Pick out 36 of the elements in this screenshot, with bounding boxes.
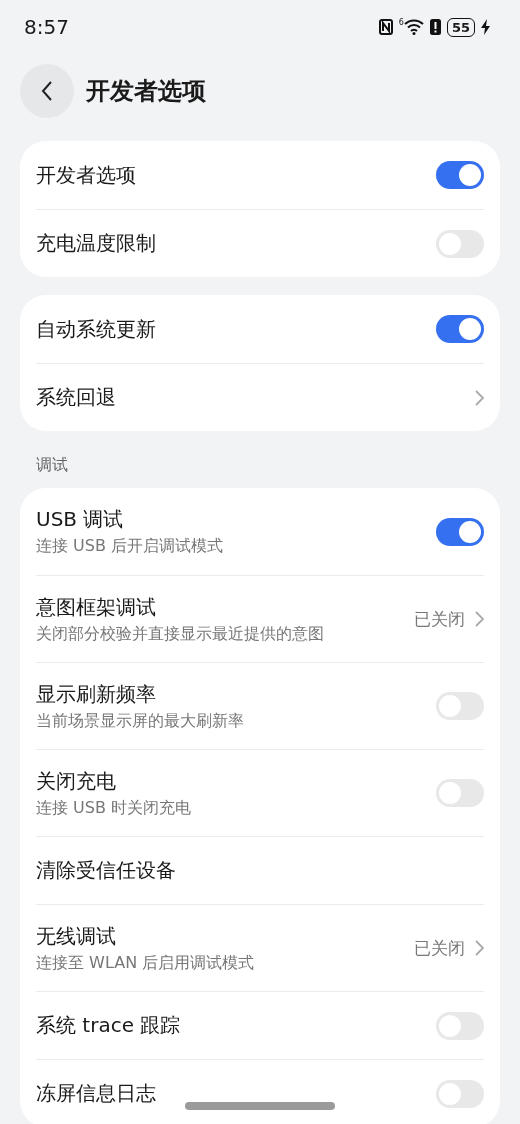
setting-description: 连接 USB 后开启调试模式 [36, 536, 224, 557]
setting-title[interactable]: 自动系统更新 [36, 315, 426, 343]
wifi-standard-label: 6 [398, 17, 404, 27]
section-label: 调试 [35, 454, 69, 476]
setting-title[interactable]: 无线调试 [36, 922, 404, 950]
toggle-switch[interactable] [436, 315, 484, 343]
setting-description: 连接 USB 时关闭充电 [36, 797, 192, 819]
home-indicator[interactable] [185, 1102, 335, 1110]
chevron-icon [475, 389, 484, 406]
setting-title[interactable]: 充电温度限制 [36, 230, 426, 257]
setting-title[interactable]: USB 调试 [36, 506, 426, 533]
chevron-icon [475, 611, 484, 627]
setting-description: 连接至 WLAN 后启用调试模式 [36, 952, 256, 974]
charging-icon [481, 19, 490, 35]
alert-icon [429, 19, 441, 35]
setting-value: 已关闭 [414, 936, 465, 960]
clock: 8:57 [24, 15, 69, 39]
setting-description: 当前场景显示屏的最大刷新率 [36, 710, 245, 732]
setting-title[interactable]: 开发者选项 [36, 161, 426, 189]
toggle-switch[interactable] [436, 161, 484, 189]
toggle-switch[interactable] [436, 517, 484, 546]
setting-description: 关闭部分校验并直接显示最近提供的意图 [36, 623, 325, 645]
back-icon [41, 80, 53, 102]
setting-title[interactable]: 清除受信任设备 [36, 857, 484, 884]
setting-title[interactable]: 显示刷新频率 [36, 680, 426, 708]
setting-title[interactable]: 冻屏信息日志 [36, 1080, 426, 1107]
battery-level: 55 [446, 17, 475, 37]
nfc-icon [378, 19, 393, 35]
setting-value: 已关闭 [414, 607, 465, 631]
setting-title[interactable]: 意图框架调试 [36, 593, 404, 621]
setting-title[interactable]: 关闭充电 [36, 767, 426, 795]
chevron-icon [475, 940, 484, 956]
wifi-icon [403, 19, 424, 35]
setting-title[interactable]: 系统回退 [36, 384, 465, 411]
page-title: 开发者选项 [86, 76, 206, 107]
setting-title[interactable]: 系统 trace 跟踪 [36, 1012, 426, 1039]
